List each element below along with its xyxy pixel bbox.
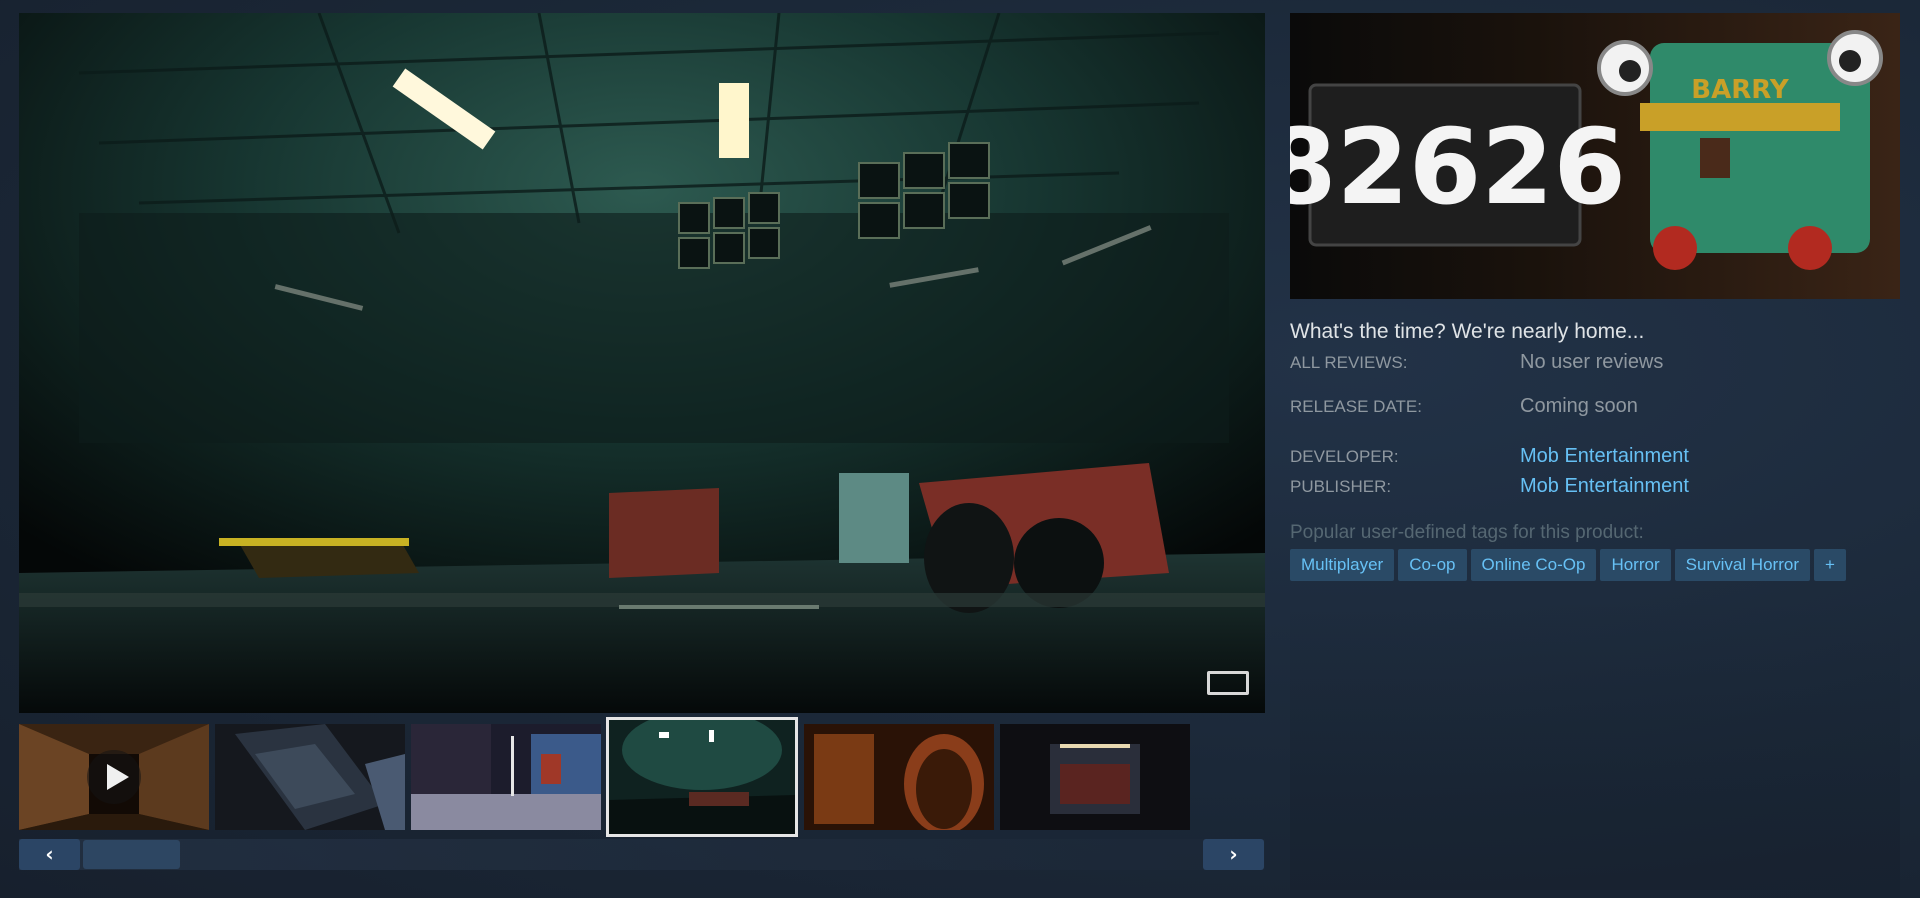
thumbnail-scrollbar[interactable] bbox=[19, 839, 1265, 870]
prev-button[interactable]: ‹ bbox=[19, 839, 80, 870]
add-tag-button[interactable]: + bbox=[1813, 549, 1846, 581]
screenshot-thumbnail[interactable] bbox=[804, 724, 994, 830]
publisher-label: PUBLISHER: bbox=[1290, 477, 1392, 496]
developer-link[interactable]: Mob Entertainment bbox=[1520, 445, 1689, 468]
capsule-logo: 82626 bbox=[1290, 106, 1626, 228]
release-date-label: RELEASE DATE: bbox=[1290, 397, 1422, 416]
tag-horror[interactable]: Horror bbox=[1600, 549, 1671, 581]
play-icon[interactable] bbox=[87, 750, 141, 804]
scrollbar-handle[interactable] bbox=[83, 840, 180, 869]
screenshot-thumbnail-selected[interactable] bbox=[606, 717, 798, 837]
tag-list: Multiplayer Co-op Online Co-Op Horror Su… bbox=[1290, 549, 1910, 581]
reviews-label: ALL REVIEWS: bbox=[1290, 353, 1408, 372]
main-screenshot[interactable] bbox=[19, 13, 1265, 713]
chevron-right-icon: › bbox=[1229, 842, 1238, 866]
train-label: BARRY bbox=[1691, 75, 1790, 105]
reviews-value: No user reviews bbox=[1520, 351, 1664, 373]
screenshot-thumbnail[interactable] bbox=[1000, 724, 1190, 830]
tag-co-op[interactable]: Co-op bbox=[1398, 549, 1467, 581]
publisher-link[interactable]: Mob Entertainment bbox=[1520, 475, 1689, 498]
tags-heading: Popular user-defined tags for this produ… bbox=[1290, 522, 1644, 543]
header-capsule-image: 82626 BARRY bbox=[1290, 13, 1900, 299]
right-column-background bbox=[1290, 600, 1900, 890]
thumbnail-strip bbox=[19, 717, 1265, 837]
release-date-value: Coming soon bbox=[1520, 395, 1638, 417]
store-page: ‹ › 82626 BARRY What's the time? We're n… bbox=[0, 0, 1920, 898]
video-thumbnail[interactable] bbox=[19, 724, 209, 830]
tag-online-co-op[interactable]: Online Co-Op bbox=[1470, 549, 1597, 581]
chevron-left-icon: ‹ bbox=[45, 842, 54, 866]
control-room-image bbox=[19, 13, 1265, 713]
game-description: What's the time? We're nearly home... bbox=[1290, 320, 1645, 343]
developer-label: DEVELOPER: bbox=[1290, 447, 1399, 466]
screenshot-thumbnail[interactable] bbox=[215, 724, 405, 830]
tag-survival-horror[interactable]: Survival Horror bbox=[1674, 549, 1810, 581]
fullscreen-icon[interactable] bbox=[1207, 671, 1249, 695]
tag-multiplayer[interactable]: Multiplayer bbox=[1290, 549, 1395, 581]
screenshot-thumbnail[interactable] bbox=[411, 724, 601, 830]
next-button[interactable]: › bbox=[1203, 839, 1264, 870]
